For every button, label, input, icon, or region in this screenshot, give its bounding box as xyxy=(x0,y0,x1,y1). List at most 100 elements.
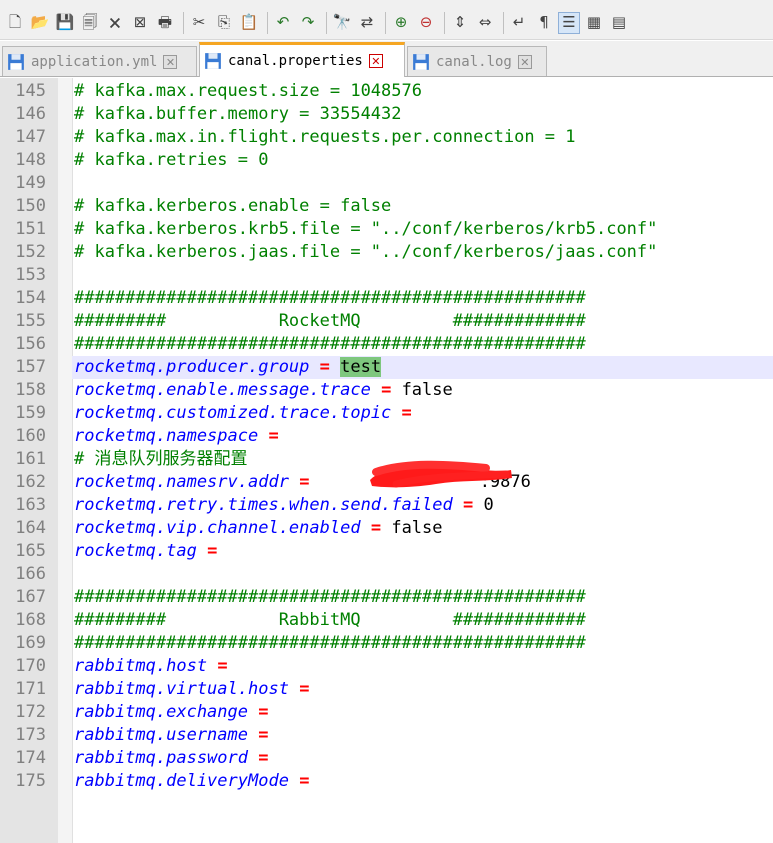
line-text: rabbitmq.deliveryMode = xyxy=(74,770,309,793)
paste-icon[interactable]: 📋 xyxy=(238,12,260,34)
close-tab-icon[interactable]: ✕ xyxy=(163,54,178,69)
document-map-icon[interactable]: ▦ xyxy=(583,12,605,34)
line-text: rabbitmq.password = xyxy=(74,747,269,770)
undo-icon[interactable]: ↶ xyxy=(272,12,294,34)
assignment-operator: = xyxy=(258,748,269,768)
toolbar: 🗋 📂 💾 🗐 🗙 ⊠ 🖶 ✂ ⎘ 📋 ↶ ↷ 🔭 ⇄ ⊕ ⊖ ⇕ ⇔ ↵ ¶ … xyxy=(0,6,773,40)
save-all-icon[interactable]: 🗐 xyxy=(79,12,101,34)
assignment-operator: = xyxy=(258,702,269,722)
code-line[interactable]: 169 #####################################… xyxy=(0,632,773,655)
code-line[interactable]: 170 rabbitmq.host = xyxy=(0,655,773,678)
code-line[interactable]: 147 # kafka.max.in.flight.requests.per.co… xyxy=(0,126,773,149)
property-key: rocketmq.customized.trace.topic xyxy=(74,403,392,423)
code-line[interactable]: 146 # kafka.buffer.memory = 33554432 xyxy=(0,103,773,126)
word-wrap-icon[interactable]: ↵ xyxy=(508,12,530,34)
line-number: 151 xyxy=(15,219,46,239)
tab-canal-log[interactable]: canal.log ✕ xyxy=(407,46,547,76)
assignment-operator: = xyxy=(258,725,269,745)
code-line[interactable]: 171 rabbitmq.virtual.host = xyxy=(0,678,773,701)
close-icon[interactable]: 🗙 xyxy=(104,12,126,34)
find-icon[interactable]: 🔭 xyxy=(331,12,353,34)
tab-label: application.yml xyxy=(31,53,158,70)
replace-icon[interactable]: ⇄ xyxy=(356,12,378,34)
tab-canal-properties[interactable]: canal.properties ✕ xyxy=(199,42,405,77)
comment-text: # kafka.buffer.memory = 33554432 xyxy=(74,104,402,124)
code-line[interactable]: 168 ######### RabbitMQ ############# xyxy=(0,609,773,632)
indent-guide-icon[interactable]: ☰ xyxy=(558,11,580,34)
zoom-out-icon[interactable]: ⊖ xyxy=(415,12,437,34)
comment-text: ######### RocketMQ ############# xyxy=(74,311,586,331)
tab-label: canal.properties xyxy=(228,53,363,69)
floppy-disk-icon xyxy=(8,53,24,70)
line-number: 164 xyxy=(15,518,46,538)
cut-icon[interactable]: ✂ xyxy=(188,12,210,34)
property-key: rocketmq.tag xyxy=(74,541,197,561)
open-file-icon[interactable]: 📂 xyxy=(29,12,51,34)
code-line[interactable]: 150 # kafka.kerberos.enable = false xyxy=(0,195,773,218)
comment-text: ########################################… xyxy=(74,334,586,354)
code-line[interactable]: 151 # kafka.kerberos.krb5.file = "../conf… xyxy=(0,218,773,241)
code-line[interactable]: 153 xyxy=(0,264,773,287)
code-line[interactable]: 157 rocketmq.producer.group = test xyxy=(0,356,773,379)
code-line[interactable]: 163 rocketmq.retry.times.when.send.failed… xyxy=(0,494,773,517)
assignment-operator: = xyxy=(319,357,330,377)
line-text: rocketmq.tag = xyxy=(74,540,217,563)
tab-application-yml[interactable]: application.yml ✕ xyxy=(2,46,197,76)
sync-scroll-v-icon[interactable]: ⇕ xyxy=(449,12,471,34)
code-line[interactable]: 167 #####################################… xyxy=(0,586,773,609)
line-number: 167 xyxy=(15,587,46,607)
code-line[interactable]: 155 ######### RocketMQ ############# xyxy=(0,310,773,333)
code-line[interactable]: 148 # kafka.retries = 0 xyxy=(0,149,773,172)
code-line[interactable]: 175 rabbitmq.deliveryMode = xyxy=(0,770,773,793)
line-number: 162 xyxy=(15,472,46,492)
code-line[interactable]: 165 rocketmq.tag = xyxy=(0,540,773,563)
line-text: rabbitmq.exchange = xyxy=(74,701,269,724)
line-number: 157 xyxy=(15,357,46,377)
assignment-operator: = xyxy=(268,426,279,446)
redo-icon[interactable]: ↷ xyxy=(297,12,319,34)
code-line[interactable]: 159 rocketmq.customized.trace.topic = xyxy=(0,402,773,425)
toolbar-separator xyxy=(326,11,327,34)
code-line[interactable]: 154 #####################################… xyxy=(0,287,773,310)
zoom-in-icon[interactable]: ⊕ xyxy=(390,12,412,34)
code-line[interactable]: 158 rocketmq.enable.message.trace = false xyxy=(0,379,773,402)
code-line[interactable]: 166 xyxy=(0,563,773,586)
comment-text: ########################################… xyxy=(74,633,586,653)
copy-icon[interactable]: ⎘ xyxy=(213,12,235,34)
close-all-icon[interactable]: ⊠ xyxy=(129,12,151,34)
line-number: 156 xyxy=(15,334,46,354)
new-file-icon[interactable]: 🗋 xyxy=(4,12,26,34)
line-text: rabbitmq.username = xyxy=(74,724,269,747)
line-number: 149 xyxy=(15,173,46,193)
tab-bar: application.yml ✕ canal.properties ✕ can… xyxy=(0,41,773,77)
show-all-chars-icon[interactable]: ¶ xyxy=(533,12,555,34)
line-number: 159 xyxy=(15,403,46,423)
code-line[interactable]: 149 xyxy=(0,172,773,195)
line-number: 154 xyxy=(15,288,46,308)
line-text: rocketmq.namespace = xyxy=(74,425,279,448)
code-line[interactable]: 160 rocketmq.namespace = xyxy=(0,425,773,448)
function-list-icon[interactable]: ▤ xyxy=(608,12,630,34)
save-icon[interactable]: 💾 xyxy=(54,12,76,34)
code-line[interactable]: 164 rocketmq.vip.channel.enabled = false xyxy=(0,517,773,540)
code-line[interactable]: 156 #####################################… xyxy=(0,333,773,356)
property-key: rocketmq.namesrv.addr xyxy=(74,472,289,492)
code-line[interactable]: 152 # kafka.kerberos.jaas.file = "../conf… xyxy=(0,241,773,264)
text-editor[interactable]: 145 # kafka.max.request.size = 1048576 146… xyxy=(0,78,773,843)
close-tab-icon[interactable]: ✕ xyxy=(517,54,532,69)
selected-value: test xyxy=(340,357,382,377)
property-key: rocketmq.producer.group xyxy=(74,357,310,377)
code-line[interactable]: 174 rabbitmq.password = xyxy=(0,747,773,770)
property-value: false xyxy=(401,380,453,400)
code-line[interactable]: 173 rabbitmq.username = xyxy=(0,724,773,747)
sync-scroll-h-icon[interactable]: ⇔ xyxy=(474,12,496,34)
code-line[interactable]: 172 rabbitmq.exchange = xyxy=(0,701,773,724)
tab-label: canal.log xyxy=(436,53,512,70)
assignment-operator: = xyxy=(299,472,310,492)
print-icon[interactable]: 🖶 xyxy=(154,12,176,34)
code-line[interactable]: 145 # kafka.max.request.size = 1048576 xyxy=(0,80,773,103)
comment-text: # kafka.max.in.flight.requests.per.conne… xyxy=(74,127,576,147)
close-tab-icon[interactable]: ✕ xyxy=(368,54,383,68)
redaction-scribble xyxy=(370,460,512,488)
line-number: 146 xyxy=(15,104,46,124)
